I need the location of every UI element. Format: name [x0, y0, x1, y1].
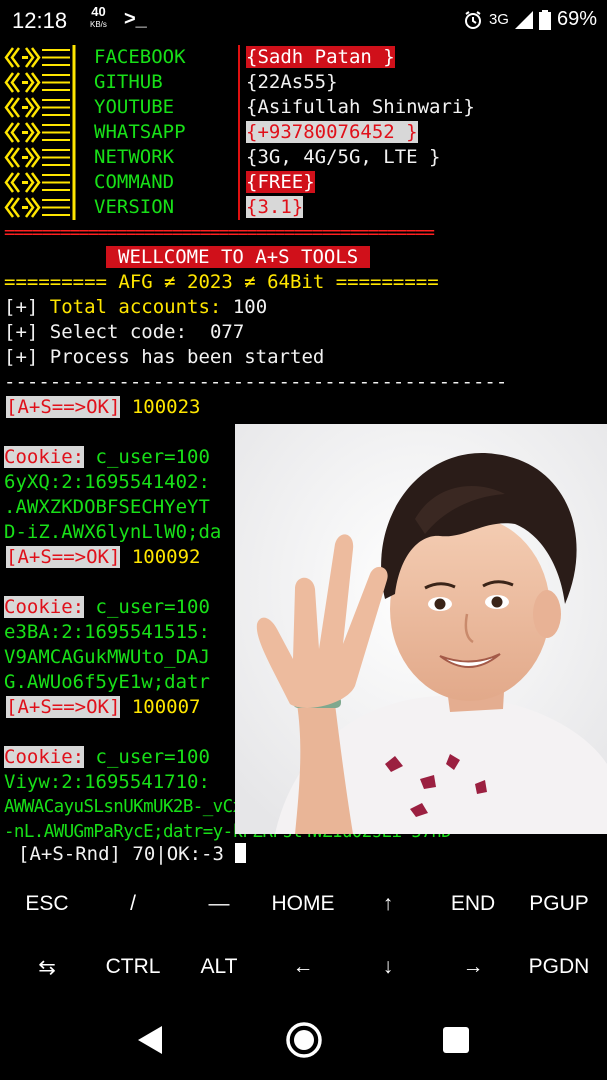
logo-chevron-icon: [4, 145, 76, 170]
result-ok-2: [A+S==>OK] 100092: [6, 546, 201, 568]
key-right[interactable]: →: [430, 955, 516, 979]
cookie-text: .AWXZKDOBFSECHYeYT: [4, 496, 210, 518]
key-alt[interactable]: ALT: [176, 955, 262, 979]
navigation-bar: [0, 1000, 607, 1080]
logo-chevron-icon: [4, 70, 76, 95]
extra-keys-bar: ESC / — HOME ↑ END PGUP ⇆ CTRL ALT ← ↓ →…: [0, 872, 607, 1000]
info-label-facebook: FACEBOOK: [94, 46, 186, 68]
info-label-version: VERSION: [94, 196, 175, 218]
key-pgdn[interactable]: PGDN: [516, 955, 602, 979]
cookie-text: D-iZ.AWX6lynLlW0;da: [4, 521, 222, 543]
key-esc[interactable]: ESC: [4, 892, 90, 916]
select-code-line: [+] Select code: 077: [4, 321, 245, 343]
dash-line: ----------------------------------------…: [4, 371, 508, 393]
cookie-text: e3BA:2:1695541515:: [4, 621, 210, 643]
key-slash[interactable]: /: [90, 892, 176, 916]
key-end[interactable]: END: [430, 892, 516, 916]
cookie-text: 6yXQ:2:1695541402:: [4, 471, 210, 493]
info-value-github: {22As55}: [246, 71, 338, 93]
network-speed: 40 KB/s: [90, 4, 107, 29]
battery-icon: [538, 9, 551, 30]
info-value-youtube: {Asifullah Shinwari}: [246, 96, 475, 118]
info-label-github: GITHUB: [94, 71, 163, 93]
overlay-photo: [235, 424, 607, 834]
cookie-text: Viyw:2:1695541710:: [4, 771, 210, 793]
result-ok-1: [A+S==>OK] 100023: [6, 396, 201, 418]
alarm-icon: [464, 10, 481, 29]
afg-banner: ========= AFG ≠ 2023 ≠ 64Bit =========: [4, 271, 439, 293]
info-label-whatsapp: WHATSAPP: [94, 121, 186, 143]
network-type: 3G: [488, 11, 509, 28]
total-accounts-line: [+] Total accounts: 100: [4, 296, 268, 318]
back-icon[interactable]: [136, 1024, 164, 1056]
cookie-text: V9AMCAGukMWUto_DAJ: [4, 646, 210, 668]
key-pgup[interactable]: PGUP: [516, 892, 602, 916]
key-tab[interactable]: ⇆: [4, 955, 90, 980]
home-icon[interactable]: [285, 1021, 323, 1059]
command-prompt[interactable]: [A+S-Rnd] 70|OK:-3: [18, 842, 247, 867]
info-label-youtube: YOUTUBE: [94, 96, 175, 118]
terminal-notification-icon: >_: [124, 8, 147, 30]
key-home[interactable]: HOME: [260, 892, 346, 916]
signal-icon: [514, 10, 533, 29]
key-up[interactable]: ↑: [345, 892, 431, 916]
separator-line: ========================================…: [4, 222, 435, 243]
key-down[interactable]: ↓: [345, 955, 431, 979]
process-line: [+] Process has been started: [4, 346, 325, 368]
logo-chevron-icon: [4, 95, 76, 120]
logo-chevron-icon: [4, 195, 76, 220]
info-value-facebook: {Sadh Patan }: [246, 46, 395, 68]
recents-icon[interactable]: [442, 1026, 470, 1054]
welcome-banner: WELLCOME TO A+S TOOLS: [106, 245, 371, 270]
key-dash[interactable]: —: [176, 892, 262, 916]
clock: 12:18: [12, 8, 68, 33]
info-label-network: NETWORK: [94, 146, 175, 168]
logo-chevron-icon: [4, 120, 76, 145]
key-ctrl[interactable]: CTRL: [90, 955, 176, 979]
logo-chevron-icon: [4, 170, 76, 195]
cookie-text: G.AWUo6f5yE1w;datr: [4, 671, 210, 693]
status-bar: 12:18 40 KB/s >_ 3G 69%: [0, 0, 607, 40]
battery-level: 69%: [556, 8, 597, 30]
info-value-whatsapp: {+93780076452 }: [246, 121, 418, 143]
terminal-output[interactable]: FACEBOOK {Sadh Patan } GITHUB {22As55} Y…: [0, 42, 607, 872]
logo-chevron-icon: [4, 45, 76, 70]
cookie-line-1: Cookie: c_user=100: [4, 446, 210, 468]
cookie-line-3: Cookie: c_user=100: [4, 746, 210, 768]
info-value-network: {3G, 4G/5G, LTE }: [246, 146, 441, 168]
info-label-command: COMMAND: [94, 171, 175, 193]
key-left[interactable]: ←: [260, 955, 346, 979]
cookie-line-2: Cookie: c_user=100: [4, 596, 210, 618]
info-value-version: {3.1}: [246, 196, 304, 218]
info-value-command: {FREE}: [246, 171, 315, 193]
cursor: [235, 843, 247, 863]
result-ok-3: [A+S==>OK] 100007: [6, 696, 201, 718]
